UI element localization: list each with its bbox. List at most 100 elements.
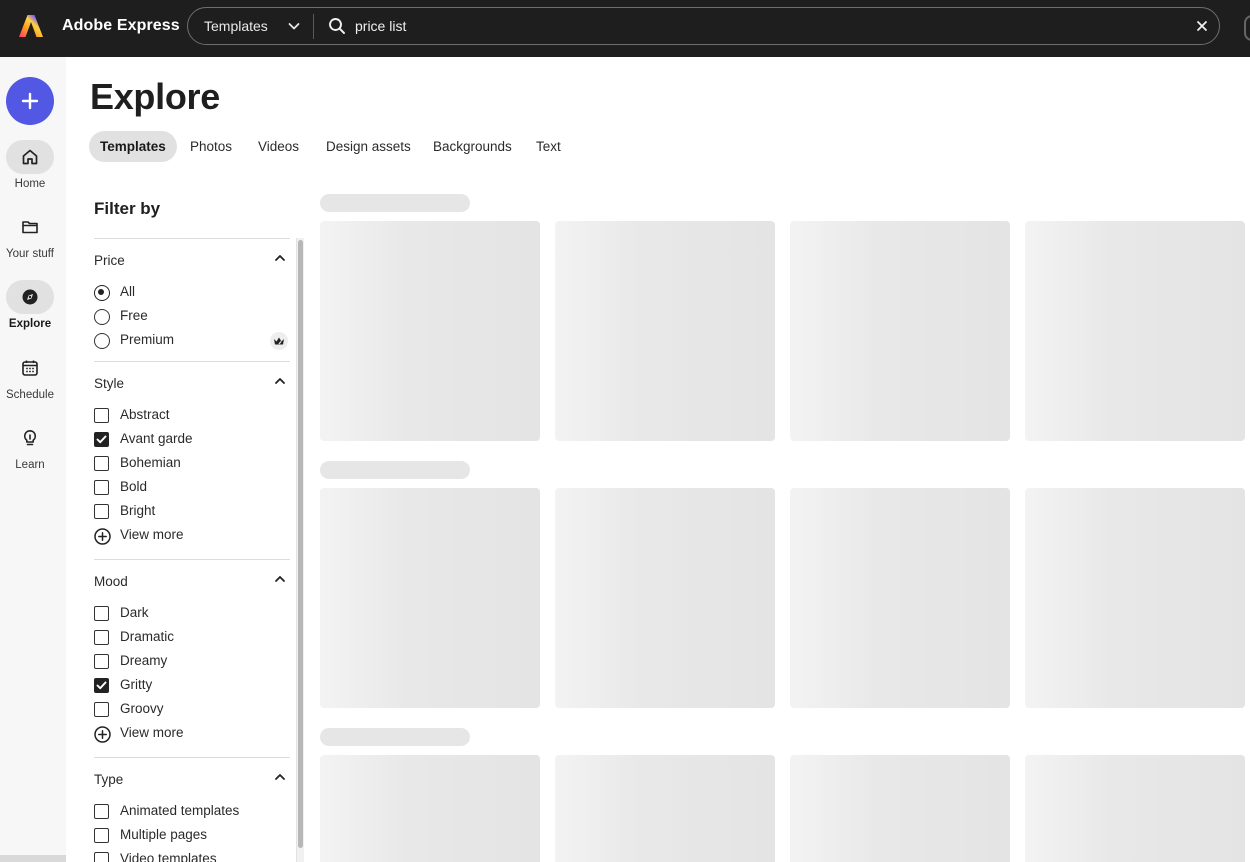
radio-button[interactable] — [94, 333, 110, 349]
view-more-label: View more — [120, 527, 184, 542]
price-option-premium[interactable]: Premium — [94, 329, 290, 353]
filter-title: Filter by — [94, 199, 161, 218]
rail-item-home[interactable]: Home — [0, 140, 60, 190]
tab-text[interactable]: Text — [536, 131, 561, 162]
checkbox[interactable] — [94, 852, 109, 862]
skeleton-card — [320, 488, 540, 708]
checkbox[interactable] — [94, 456, 109, 471]
option-label: Dark — [120, 605, 149, 620]
skeleton-card — [320, 221, 540, 441]
mood-option-dramatic[interactable]: Dramatic — [94, 626, 290, 650]
option-label: Premium — [120, 332, 175, 347]
checkbox[interactable] — [94, 678, 109, 693]
clear-search-icon[interactable] — [1195, 19, 1209, 33]
premium-crown-icon — [270, 332, 288, 350]
section-header[interactable]: Price — [94, 239, 290, 281]
checkbox[interactable] — [94, 504, 109, 519]
chevron-up-icon[interactable] — [274, 252, 286, 264]
filter-section-mood: Mood Dark Dramatic Dreamy Gritty Groovy … — [94, 559, 290, 748]
option-label: Animated templates — [120, 803, 240, 818]
rail-label-learn: Learn — [15, 459, 45, 471]
section-header[interactable]: Type — [94, 758, 290, 800]
option-label: Groovy — [120, 701, 164, 716]
mood-option-dreamy[interactable]: Dreamy — [94, 650, 290, 674]
skeleton-card — [555, 488, 775, 708]
checkmark-icon — [96, 435, 107, 444]
style-option-bright[interactable]: Bright — [94, 500, 290, 524]
radio-button[interactable] — [94, 309, 110, 325]
chevron-up-icon[interactable] — [274, 573, 286, 585]
plus-circle-icon — [94, 528, 111, 545]
option-label: Video templates — [120, 851, 217, 862]
option-label: Gritty — [120, 677, 153, 692]
mood-option-groovy[interactable]: Groovy — [94, 698, 290, 722]
rail-item-explore[interactable]: Explore — [0, 280, 60, 330]
filter-panel: Price All Free Premium Style Abstract Av… — [94, 238, 290, 862]
style-option-bold[interactable]: Bold — [94, 476, 290, 500]
price-option-all[interactable]: All — [94, 281, 290, 305]
tab-videos[interactable]: Videos — [258, 131, 299, 162]
checkbox[interactable] — [94, 804, 109, 819]
scrollbar-thumb[interactable] — [298, 240, 303, 848]
style-option-bohemian[interactable]: Bohemian — [94, 452, 290, 476]
style-option-avant-garde[interactable]: Avant garde — [94, 428, 290, 452]
explore-icon — [22, 289, 38, 305]
lightbulb-icon — [23, 430, 37, 446]
rail-icon-bg — [6, 421, 54, 455]
mood-view-more[interactable]: View more — [94, 722, 290, 748]
checkbox[interactable] — [94, 828, 109, 843]
chevron-up-icon[interactable] — [274, 375, 286, 387]
app-title: Adobe Express — [62, 17, 180, 34]
plus-icon — [21, 92, 39, 110]
rail-item-your-stuff[interactable]: Your stuff — [0, 210, 60, 260]
checkbox[interactable] — [94, 480, 109, 495]
rail-label-your-stuff: Your stuff — [6, 248, 54, 260]
search-scope-select[interactable]: Templates — [204, 18, 268, 34]
skeleton-card — [555, 221, 775, 441]
skeleton-card — [790, 755, 1010, 862]
adobe-express-logo-icon[interactable] — [18, 13, 44, 39]
avatar[interactable] — [1244, 15, 1250, 41]
tab-photos[interactable]: Photos — [190, 131, 232, 162]
type-option-video-templates[interactable]: Video templates — [94, 848, 290, 862]
checkbox[interactable] — [94, 408, 109, 423]
chevron-down-icon[interactable] — [287, 19, 301, 33]
type-option-multiple-pages[interactable]: Multiple pages — [94, 824, 290, 848]
divider — [0, 855, 66, 862]
skeleton-card — [790, 221, 1010, 441]
skeleton-heading — [320, 194, 470, 212]
checkbox[interactable] — [94, 702, 109, 717]
section-header[interactable]: Mood — [94, 560, 290, 602]
checkbox[interactable] — [94, 654, 109, 669]
create-button[interactable] — [6, 77, 54, 125]
tab-design-assets[interactable]: Design assets — [326, 131, 411, 162]
tab-backgrounds[interactable]: Backgrounds — [433, 131, 512, 162]
style-view-more[interactable]: View more — [94, 524, 290, 550]
tab-templates[interactable]: Templates — [89, 131, 177, 162]
section-title: Style — [94, 376, 125, 391]
option-label: Bold — [120, 479, 148, 494]
checkbox[interactable] — [94, 606, 109, 621]
section-header[interactable]: Style — [94, 362, 290, 404]
price-option-free[interactable]: Free — [94, 305, 290, 329]
option-label: Free — [120, 308, 148, 323]
search-input[interactable]: price list — [355, 18, 406, 34]
skeleton-heading — [320, 461, 470, 479]
mood-option-dark[interactable]: Dark — [94, 602, 290, 626]
filter-scrollbar[interactable] — [296, 238, 304, 862]
checkbox[interactable] — [94, 630, 109, 645]
filter-section-price: Price All Free Premium — [94, 238, 290, 353]
search-bar[interactable]: Templates price list — [187, 7, 1220, 45]
rail-item-schedule[interactable]: Schedule — [0, 351, 60, 401]
style-option-abstract[interactable]: Abstract — [94, 404, 290, 428]
mood-option-gritty[interactable]: Gritty — [94, 674, 290, 698]
rail-item-learn[interactable]: Learn — [0, 421, 60, 471]
search-icon — [329, 18, 345, 34]
option-label: Abstract — [120, 407, 170, 422]
radio-button[interactable] — [94, 285, 110, 301]
chevron-up-icon[interactable] — [274, 771, 286, 783]
option-label: All — [120, 284, 136, 299]
rail-label-home: Home — [14, 178, 46, 190]
checkbox[interactable] — [94, 432, 109, 447]
type-option-animated-templates[interactable]: Animated templates — [94, 800, 290, 824]
